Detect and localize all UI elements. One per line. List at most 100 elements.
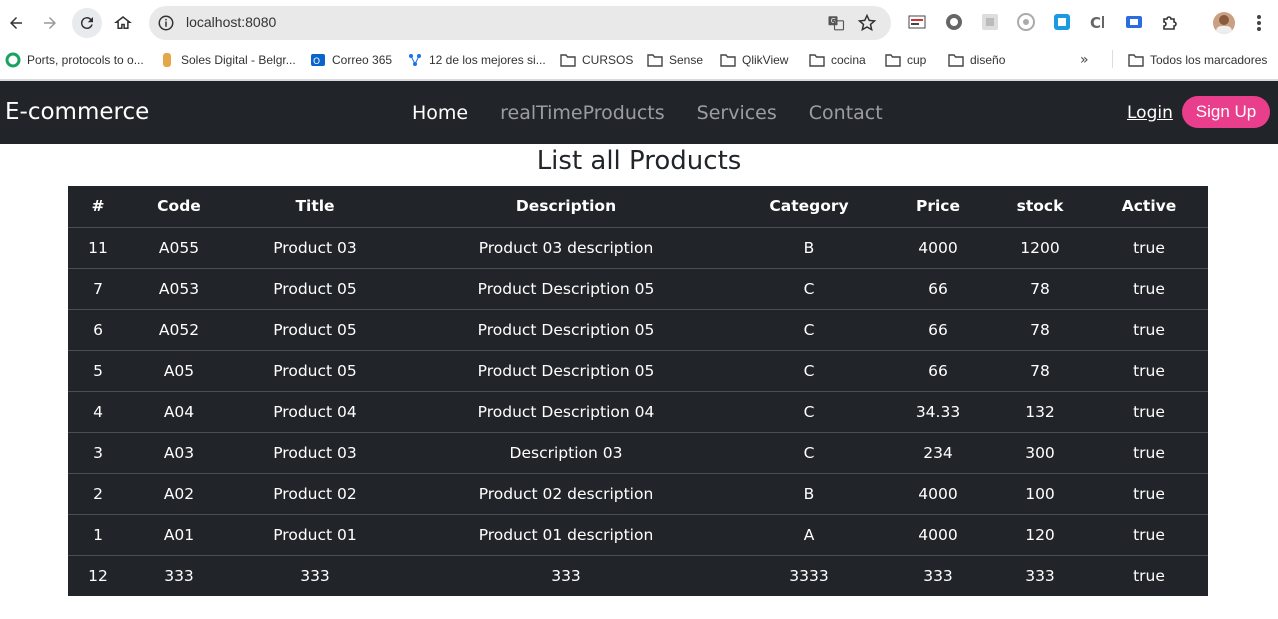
reload-button[interactable] — [72, 8, 102, 38]
column-header: Category — [769, 197, 849, 216]
table-cell: 66 — [886, 308, 990, 350]
bookmark-star-icon[interactable] — [857, 13, 877, 33]
bookmark-folder[interactable]: CURSOS — [560, 52, 633, 68]
nav-link-home[interactable]: Home — [412, 102, 468, 124]
bookmarks-divider — [1112, 50, 1113, 68]
brand-logo[interactable]: E-commerce — [5, 99, 149, 125]
nav-link-services[interactable]: Services — [697, 102, 777, 124]
translate-icon[interactable]: G — [827, 14, 845, 32]
table-cell: Product Description 05 — [400, 308, 732, 350]
extension-7-icon[interactable] — [1125, 13, 1143, 31]
table-cell: Product 03 — [230, 431, 400, 473]
table-cell: true — [1090, 226, 1208, 268]
table-cell: C — [732, 431, 886, 473]
table-cell: 100 — [990, 472, 1090, 514]
extension-5-icon[interactable] — [1053, 13, 1071, 31]
bookmark-label: cup — [907, 53, 927, 67]
table-cell: 66 — [886, 267, 990, 309]
table-row: 11 A055 Product 03 Product 03 description B 4… — [68, 226, 1208, 268]
login-link[interactable]: Login — [1127, 103, 1173, 123]
table-cell: 333 — [990, 554, 1090, 596]
table-cell: 78 — [990, 267, 1090, 309]
table-cell: Product 05 — [230, 267, 400, 309]
table-cell: 4000 — [886, 226, 990, 268]
table-cell: A052 — [128, 308, 230, 350]
bookmark-item[interactable]: Soles Digital - Belgr... — [159, 52, 296, 68]
arrow-right-icon — [44, 17, 56, 29]
signup-button[interactable]: Sign Up — [1182, 96, 1270, 128]
table-cell: 4000 — [886, 513, 990, 555]
table-cell: true — [1090, 554, 1208, 596]
table-cell: C — [732, 308, 886, 350]
table-cell: 132 — [990, 390, 1090, 432]
extension-6-icon[interactable]: C — [1089, 13, 1107, 32]
table-cell: Product Description 05 — [400, 267, 732, 309]
table-cell: Product 04 — [230, 390, 400, 432]
extension-3-icon[interactable] — [981, 13, 999, 31]
chevron-double-right-icon[interactable]: » — [1080, 52, 1089, 68]
table-cell: 7 — [68, 267, 128, 309]
table-cell: Product 02 — [230, 472, 400, 514]
table-cell: Product 01 — [230, 513, 400, 555]
home-button[interactable] — [108, 8, 138, 38]
extension-2-icon[interactable] — [945, 13, 963, 31]
extension-1-icon[interactable] — [908, 13, 926, 31]
table-cell: 333 — [886, 554, 990, 596]
bookmark-item[interactable]: 12 de los mejores si... — [407, 52, 546, 68]
table-cell: A03 — [128, 431, 230, 473]
info-icon[interactable] — [157, 14, 175, 32]
bookmark-folder[interactable]: cocina — [809, 52, 866, 68]
table-cell: 5 — [68, 349, 128, 391]
extension-4-icon[interactable] — [1017, 13, 1035, 31]
bookmark-folder[interactable]: Sense — [647, 52, 703, 68]
browser-menu-icon[interactable] — [1250, 13, 1268, 33]
products-table: # Code Title Description Category Price … — [68, 186, 1208, 596]
column-header: Title — [295, 197, 335, 216]
svg-text:C: C — [1090, 14, 1101, 31]
bookmark-item[interactable]: O Correo 365 — [310, 52, 392, 68]
table-cell: C — [732, 390, 886, 432]
arrow-left-icon — [10, 17, 22, 29]
extensions-puzzle-icon[interactable] — [1161, 13, 1179, 31]
folder-icon — [1128, 54, 1144, 67]
bookmark-label: QlikView — [742, 53, 789, 67]
url-text[interactable]: localhost:8080 — [186, 14, 276, 30]
bookmark-folder[interactable]: diseño — [948, 52, 1005, 68]
column-header: Price — [915, 197, 961, 216]
bookmark-folder[interactable]: QlikView — [720, 52, 788, 68]
bookmark-folder[interactable]: cup — [885, 52, 926, 68]
back-button[interactable] — [1, 8, 31, 38]
table-cell: Description 03 — [400, 431, 732, 473]
forward-button[interactable] — [35, 8, 65, 38]
folder-icon — [560, 54, 576, 67]
address-bar[interactable]: localhost:8080 G — [149, 6, 891, 40]
table-cell: true — [1090, 349, 1208, 391]
table-cell: Product 01 description — [400, 513, 732, 555]
table-row: 5 A05 Product 05 Product Description 05 C 66 7… — [68, 349, 1208, 391]
all-bookmarks-folder[interactable]: Todos los marcadores — [1128, 52, 1267, 68]
tree-icon — [409, 54, 421, 66]
table-cell: 2 — [68, 472, 128, 514]
folder-icon — [948, 54, 964, 67]
table-cell: C — [732, 267, 886, 309]
table-cell: true — [1090, 308, 1208, 350]
profile-avatar[interactable] — [1213, 12, 1235, 34]
table-cell: A02 — [128, 472, 230, 514]
table-cell: 12 — [68, 554, 128, 596]
table-cell: Product 03 description — [400, 226, 732, 268]
table-cell: B — [732, 472, 886, 514]
table-row: 2 A02 Product 02 Product 02 description B 400… — [68, 472, 1208, 514]
home-icon — [114, 16, 132, 29]
table-cell: Product 05 — [230, 308, 400, 350]
bookmark-item[interactable]: Ports, protocols to o... — [5, 52, 144, 68]
nav-link-contact[interactable]: Contact — [809, 102, 883, 124]
bookmark-label: Correo 365 — [332, 53, 393, 67]
table-cell: A01 — [128, 513, 230, 555]
table-cell: 1 — [68, 513, 128, 555]
browser-toolbar: localhost:8080 G C — [0, 0, 1278, 46]
table-cell: 234 — [886, 431, 990, 473]
folder-icon — [720, 54, 736, 67]
table-cell: true — [1090, 390, 1208, 432]
nav-link-realtimeproducts[interactable]: realTimeProducts — [500, 102, 665, 124]
column-header: # — [91, 197, 105, 216]
